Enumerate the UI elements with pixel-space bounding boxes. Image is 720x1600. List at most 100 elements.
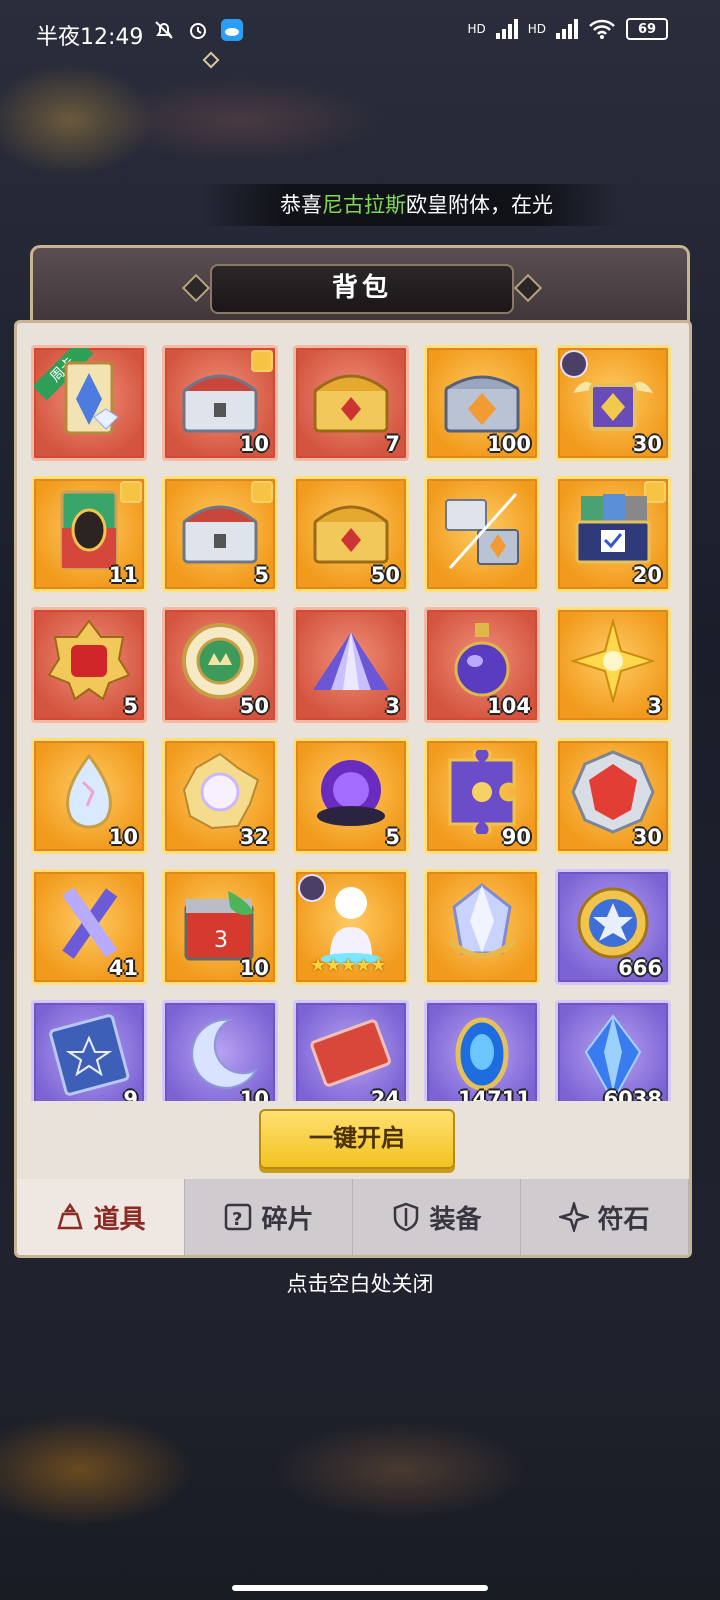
close-hint[interactable]: 点击空白处关闭 — [0, 1268, 720, 1298]
panel-title: 背包 — [210, 264, 514, 314]
item-quantity: 50 — [239, 694, 269, 718]
rune-icon — [559, 1202, 590, 1232]
inventory-slot[interactable]: 10 — [31, 738, 147, 854]
silver-chest-icon — [178, 494, 262, 570]
inventory-slot[interactable]: 20 — [555, 476, 671, 592]
inventory-slot[interactable]: 32 — [162, 738, 278, 854]
item-quantity: 10 — [108, 825, 138, 849]
signal-icon — [556, 19, 578, 39]
cloud-app-icon — [221, 19, 243, 41]
item-quantity: 20 — [632, 563, 662, 587]
inventory-slot[interactable]: ★★★★★ — [293, 869, 409, 985]
inventory-slot[interactable] — [424, 476, 540, 592]
item-quantity: 11 — [108, 563, 138, 587]
gold-chest-icon — [309, 494, 393, 570]
item-quantity: 3 — [385, 694, 400, 718]
inventory-slot[interactable]: 5 — [293, 738, 409, 854]
inventory-slot[interactable]: 30 — [555, 738, 671, 854]
item-quantity: 7 — [385, 432, 400, 456]
purple-orb-icon — [309, 750, 393, 838]
status-left-icons — [152, 18, 244, 42]
inventory-slot[interactable]: 6038 — [555, 1000, 671, 1101]
signal-2-label: HD — [527, 22, 546, 36]
inventory-slot[interactable]: 3 — [555, 607, 671, 723]
inventory-slot[interactable]: 10 — [162, 345, 278, 461]
inventory-slot[interactable]: 3 — [293, 607, 409, 723]
shield-icon — [391, 1202, 421, 1232]
tab-fragments[interactable]: ? 碎片 — [185, 1179, 353, 1255]
broadcast-notice: 恭喜尼古拉斯欧皇附体，在光 — [200, 184, 620, 226]
inventory-slot[interactable]: 50 — [162, 607, 278, 723]
alarm-icon — [190, 23, 206, 39]
backpack-panel: 周卡 10 7 100 30 11 5 50 20 5 50 3 104 3 10 32 5 90 30 41 3 10 ★… — [14, 320, 692, 1258]
item-quantity: 14711 — [457, 1087, 531, 1101]
tab-label: 碎片 — [261, 1204, 314, 1235]
signal-1-label: HD — [467, 22, 486, 36]
inventory-slot[interactable]: 周卡 — [31, 345, 147, 461]
battery-icon: 69 — [626, 18, 668, 40]
status-time: 半夜12:49 — [36, 25, 144, 50]
weekly-card-icon — [54, 359, 124, 443]
tab-items[interactable]: 道具 — [17, 1179, 185, 1255]
item-quantity: 3 — [647, 694, 662, 718]
inventory-slot[interactable] — [424, 869, 540, 985]
fragment-icon: ? — [223, 1202, 253, 1232]
item-quantity: 10 — [239, 1087, 269, 1101]
inventory-slot[interactable]: 50 — [293, 476, 409, 592]
inventory-slot[interactable]: 10 — [162, 1000, 278, 1101]
item-quantity: 41 — [108, 956, 138, 980]
inventory-slot[interactable]: 104 — [424, 607, 540, 723]
inventory-slot[interactable]: 90 — [424, 738, 540, 854]
item-grid-scroll[interactable]: 周卡 10 7 100 30 11 5 50 20 5 50 3 104 3 10 32 5 90 30 41 3 10 ★… — [31, 345, 681, 1101]
open-all-button[interactable]: 一键开启 — [259, 1109, 455, 1169]
item-quantity: 90 — [501, 825, 531, 849]
crystal-pile-icon — [309, 626, 393, 700]
item-quantity: 10 — [239, 432, 269, 456]
item-quantity: 6038 — [603, 1087, 662, 1101]
item-icon — [55, 1202, 85, 1232]
silver-chest-icon — [178, 363, 262, 439]
item-quantity: 5 — [254, 563, 269, 587]
inventory-slot[interactable]: 100 — [424, 345, 540, 461]
item-quantity: 5 — [385, 825, 400, 849]
red-emblem-icon — [47, 619, 131, 707]
home-indicator[interactable] — [232, 1585, 488, 1591]
inventory-slot[interactable]: 5 — [162, 476, 278, 592]
item-quantity: 666 — [618, 956, 662, 980]
inventory-slot[interactable]: 41 — [31, 869, 147, 985]
status-right-icons: HD HD 69 — [467, 18, 668, 40]
notice-prefix: 恭喜 — [280, 193, 322, 217]
svg-text:?: ? — [232, 1209, 242, 1230]
tab-label: 道具 — [93, 1204, 146, 1235]
inventory-slot[interactable]: 14711 — [424, 1000, 540, 1101]
inventory-slot[interactable]: 666 — [555, 869, 671, 985]
inventory-slot[interactable]: 5 — [31, 607, 147, 723]
bell-off-icon — [155, 21, 173, 39]
steel-chest-icon — [440, 363, 524, 439]
winged-chest-icon — [571, 363, 655, 439]
tab-label: 装备 — [429, 1204, 482, 1235]
crystal-drop-icon — [59, 752, 119, 836]
star-rating: ★★★★★ — [310, 955, 387, 976]
svg-text:3: 3 — [214, 928, 228, 953]
item-quantity: 100 — [487, 432, 531, 456]
item-quantity: 5 — [123, 694, 138, 718]
inventory-slot[interactable]: 11 — [31, 476, 147, 592]
inventory-slot[interactable]: 9 — [31, 1000, 147, 1101]
item-quantity: 30 — [632, 825, 662, 849]
inventory-slot[interactable]: 7 — [293, 345, 409, 461]
item-quantity: 24 — [370, 1087, 400, 1101]
inventory-slot[interactable]: 3 10 — [162, 869, 278, 985]
inventory-slot[interactable]: 30 — [555, 345, 671, 461]
gold-chest-icon — [309, 363, 393, 439]
inventory-slot[interactable]: 24 — [293, 1000, 409, 1101]
item-quantity: 10 — [239, 956, 269, 980]
tab-label: 符石 — [597, 1204, 650, 1235]
tab-runes[interactable]: 符石 — [521, 1179, 689, 1255]
notice-player-name: 尼古拉斯 — [322, 193, 406, 217]
item-grid: 周卡 10 7 100 30 11 5 50 20 5 50 3 104 3 10 32 5 90 30 41 3 10 ★… — [31, 345, 681, 1101]
item-quantity: 9 — [123, 1087, 138, 1101]
status-bar: 半夜12:49 HD HD 69 — [0, 0, 720, 64]
notice-suffix: 欧皇附体，在光 — [406, 193, 553, 217]
tab-equipment[interactable]: 装备 — [353, 1179, 521, 1255]
